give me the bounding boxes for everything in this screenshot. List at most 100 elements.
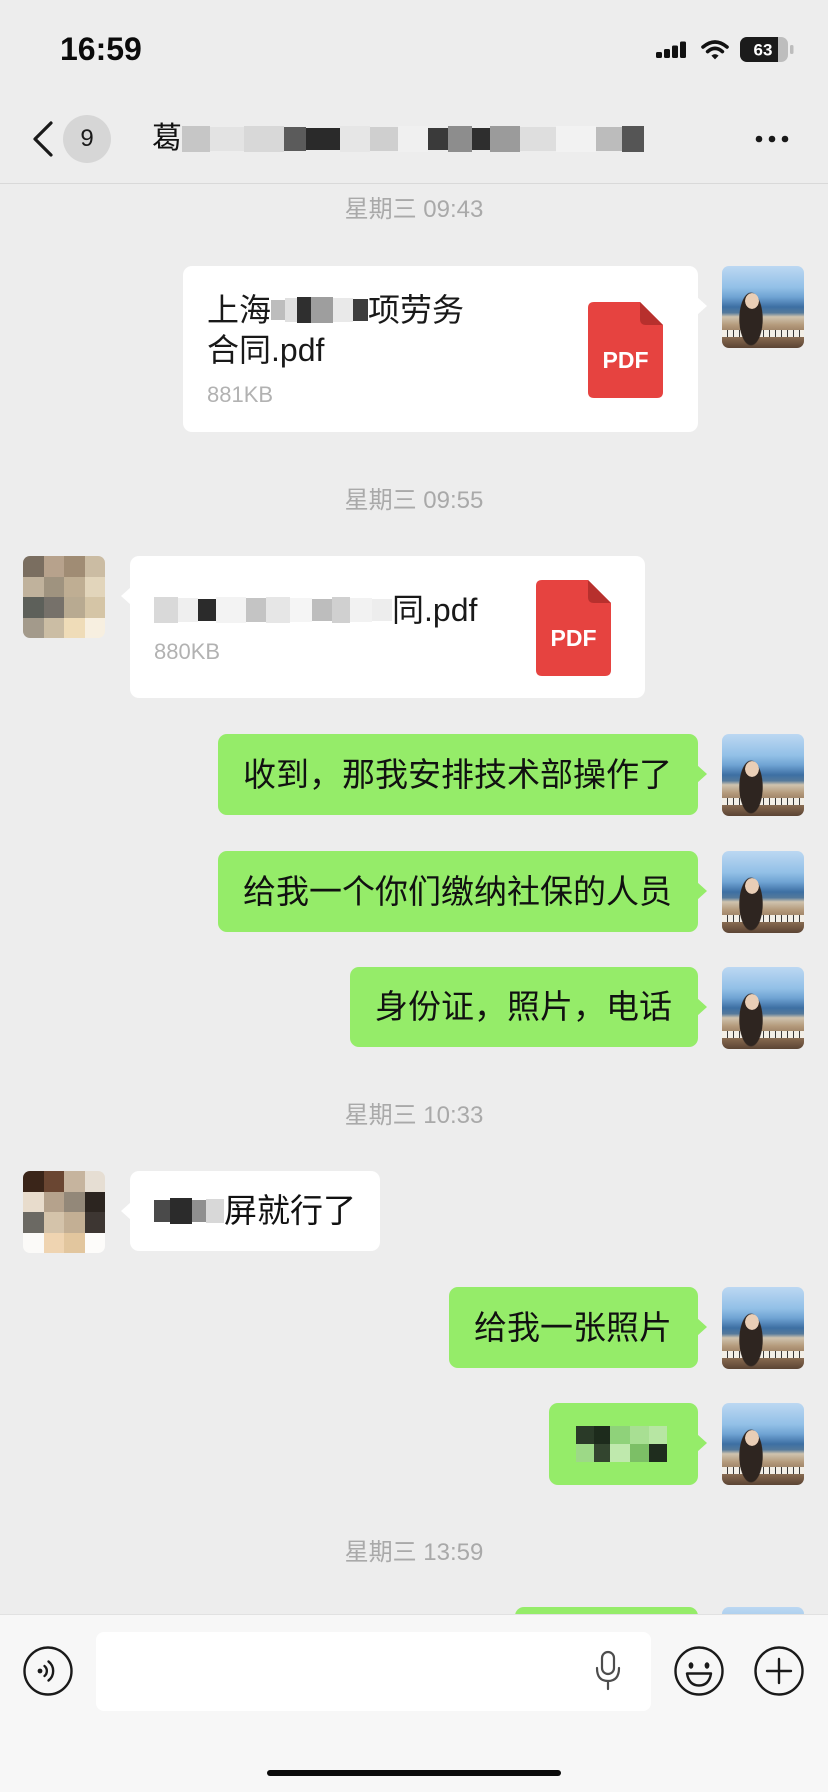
nav-divider <box>0 183 828 184</box>
mosaic-block <box>576 1444 594 1462</box>
mosaic-block <box>472 128 490 150</box>
chat-bubble-outgoing[interactable]: 给我一个你们缴纳社保的人员 <box>218 851 707 932</box>
mosaic-block <box>198 599 216 621</box>
my-avatar[interactable] <box>722 851 804 933</box>
mosaic-block <box>649 1426 667 1444</box>
mosaic-block <box>306 128 340 150</box>
file-size: 880KB <box>154 639 221 664</box>
chat-title-mosaic <box>182 122 644 156</box>
contact-avatar[interactable] <box>23 556 105 638</box>
timestamp: 星期三 09:43 <box>344 196 484 223</box>
timestamp: 星期三 13:59 <box>344 1539 484 1566</box>
mic-icon[interactable] <box>593 1650 623 1692</box>
mosaic-block <box>333 298 354 322</box>
mosaic-block <box>630 1426 649 1444</box>
file-name-line-1: 同.pdf <box>154 590 477 630</box>
mosaic-block <box>246 598 266 622</box>
mosaic-block <box>216 597 246 623</box>
mosaic-block <box>182 126 210 152</box>
mosaic-block <box>340 126 370 152</box>
mosaic-block <box>490 126 520 152</box>
my-avatar[interactable] <box>722 967 804 1049</box>
pdf-file-icon: PDF <box>588 302 663 398</box>
battery-icon: 63 <box>740 37 794 62</box>
signal-icon <box>656 41 686 58</box>
pdf-icon-fold <box>640 302 663 325</box>
file-name-line-1: 上海 项劳务 <box>207 290 464 330</box>
mosaic-block <box>297 297 312 323</box>
pdf-badge-label: PDF <box>603 347 649 373</box>
mosaic-block <box>290 598 312 622</box>
battery-level: 63 <box>754 41 773 60</box>
mosaic-block <box>285 298 298 322</box>
chat-bubble-outgoing[interactable]: 收到，那我安排技术部操作了 <box>218 734 707 815</box>
mosaic-block <box>311 297 334 323</box>
file-name-mosaic <box>271 290 369 330</box>
file-name-mosaic <box>154 590 392 630</box>
message-text: 屏就行了 <box>224 1192 356 1229</box>
mosaic-block <box>170 1198 192 1224</box>
voice-icon[interactable] <box>22 1645 74 1697</box>
mosaic-block <box>210 127 244 151</box>
message-mosaic <box>154 1191 224 1231</box>
file-name-mid: 项劳务 <box>368 292 465 328</box>
file-name: 上海 项劳务 合同.pdf <box>207 290 464 370</box>
mosaic-block <box>178 598 198 622</box>
mosaic-block <box>266 597 290 623</box>
mosaic-block <box>206 1199 224 1223</box>
mosaic-block <box>649 1444 667 1462</box>
mosaic-block <box>154 1200 170 1222</box>
chevron-left-icon[interactable] <box>30 120 56 160</box>
mosaic-block <box>630 1444 649 1462</box>
chat-bubble-outgoing[interactable] <box>549 1403 707 1485</box>
timestamp: 星期三 09:55 <box>344 487 484 514</box>
unread-count-badge[interactable]: 9 <box>63 115 111 163</box>
wifi-icon <box>701 40 729 60</box>
mosaic-block <box>520 127 556 151</box>
file-name: 同.pdf <box>154 590 477 630</box>
message-input[interactable] <box>96 1632 651 1711</box>
file-name-line-2: 合同.pdf <box>207 332 325 368</box>
my-avatar[interactable] <box>722 1403 804 1485</box>
plus-icon[interactable] <box>753 1645 805 1697</box>
mosaic-block <box>398 126 428 152</box>
more-icon[interactable] <box>752 132 792 146</box>
contact-avatar[interactable] <box>23 1171 105 1253</box>
my-avatar[interactable] <box>722 266 804 348</box>
file-name-start: 上海 <box>207 292 272 328</box>
input-bar <box>0 1614 828 1792</box>
chat-title-text: 葛 <box>152 122 182 155</box>
mosaic-block <box>370 127 398 151</box>
mosaic-block <box>556 126 596 152</box>
my-avatar[interactable] <box>722 1287 804 1369</box>
mosaic-block <box>353 299 369 321</box>
pdf-icon-fold <box>588 580 611 603</box>
home-indicator <box>267 1770 561 1776</box>
mosaic-block <box>610 1426 630 1444</box>
mosaic-block <box>332 597 350 623</box>
chat-bubble-outgoing[interactable]: 身份证，照片，电话 <box>350 967 707 1047</box>
emoji-icon[interactable] <box>673 1645 725 1697</box>
mosaic-block <box>154 597 178 623</box>
mosaic-block <box>372 599 392 621</box>
mosaic-block <box>594 1426 610 1444</box>
file-size: 881KB <box>207 382 274 407</box>
timestamp: 星期三 10:33 <box>344 1102 484 1129</box>
mosaic-block <box>596 127 622 151</box>
chat-bubble-incoming[interactable]: 屏就行了 <box>121 1171 380 1251</box>
chat-bubble-outgoing[interactable]: 给我一张照片 <box>449 1287 707 1368</box>
file-message-received[interactable]: 同.pdf 880KB PDF <box>121 556 645 698</box>
file-message-sent[interactable]: 上海 项劳务 合同.pdf 881KB PDF <box>183 266 707 432</box>
status-time: 16:59 <box>60 31 142 67</box>
chat-title: 葛 <box>152 122 644 156</box>
mosaic-block <box>610 1444 630 1462</box>
mosaic-block <box>448 126 472 152</box>
mosaic-block <box>576 1426 594 1444</box>
mosaic-block <box>284 127 306 151</box>
mosaic-block <box>428 128 448 150</box>
mosaic-block <box>350 598 372 622</box>
mosaic-block <box>622 126 644 152</box>
mosaic-block <box>244 126 284 152</box>
mosaic-block <box>192 1200 206 1222</box>
my-avatar[interactable] <box>722 734 804 816</box>
